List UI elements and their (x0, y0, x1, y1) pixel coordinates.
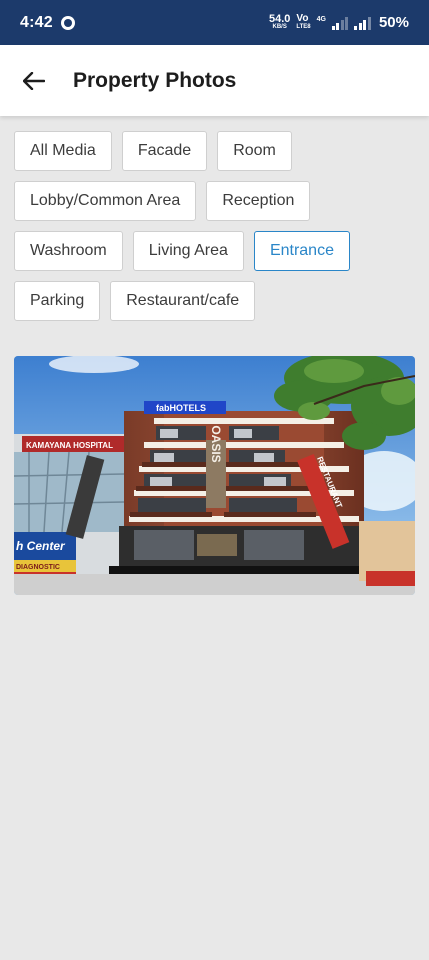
chip-reception[interactable]: Reception (206, 181, 311, 221)
chip-parking[interactable]: Parking (14, 281, 101, 321)
signal-strength-icon-2 (354, 16, 371, 30)
chip-facade[interactable]: Facade (121, 131, 208, 171)
battery-level: 50% (378, 14, 409, 31)
chip-all-media[interactable]: All Media (14, 131, 112, 171)
app-header: Property Photos (0, 45, 429, 116)
status-time: 4:42 (20, 13, 53, 31)
signal-strength-icon-1 (331, 16, 349, 30)
network-type: 4G (316, 16, 326, 23)
chip-entrance[interactable]: Entrance (253, 231, 350, 271)
hotel-facade-image: KAMAYANA HOSPITAL h Center DIAGNOSTIC fa… (14, 356, 415, 595)
photo-left-banner: h Center (16, 539, 66, 553)
status-bar: 4:42 54.0 KB/S Vo LTE8 4G 50% (0, 0, 429, 45)
media-filter-chips: All Media Facade Room Lobby/Common Area … (14, 131, 414, 321)
photo-left-banner-sub: DIAGNOSTIC (16, 564, 60, 571)
volte-indicator: Vo LTE8 (296, 12, 311, 31)
chip-washroom[interactable]: Washroom (14, 231, 123, 271)
chip-restaurant-cafe[interactable]: Restaurant/cafe (110, 281, 256, 321)
chip-room[interactable]: Room (217, 131, 292, 171)
back-button[interactable] (14, 61, 54, 101)
page-title: Property Photos (73, 68, 237, 92)
status-indicators: 54.0 KB/S Vo LTE8 4G 50% (268, 12, 409, 31)
network-speed-unit: KB/S (272, 23, 287, 30)
photo-left-sign: KAMAYANA HOSPITAL (26, 441, 113, 450)
arrow-left-icon (23, 71, 45, 90)
photo-building-name: OASIS (209, 425, 223, 462)
volte-bottom: LTE8 (296, 23, 311, 30)
chip-living-area[interactable]: Living Area (132, 231, 244, 271)
property-photo[interactable]: KAMAYANA HOSPITAL h Center DIAGNOSTIC fa… (14, 356, 415, 595)
chip-lobby-common-area[interactable]: Lobby/Common Area (14, 181, 197, 221)
network-speed-value: 54.0 (268, 12, 291, 25)
network-speed: 54.0 KB/S (268, 12, 291, 31)
volte-top: Vo (296, 12, 309, 24)
photo-brand-sign: fabHOTELS (156, 403, 206, 413)
notification-app-icon (60, 15, 75, 30)
